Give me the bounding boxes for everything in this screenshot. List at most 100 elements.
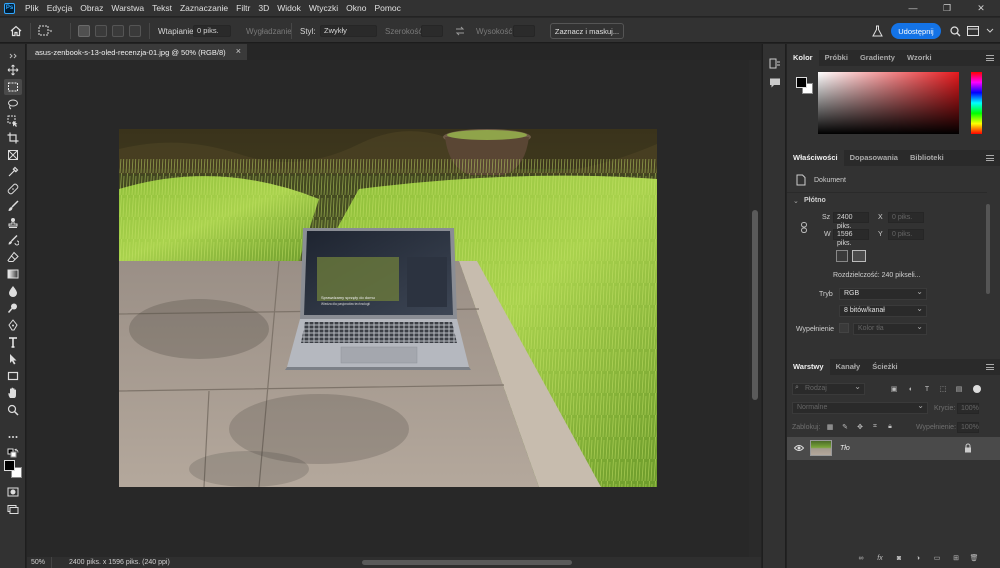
lock-all-icon[interactable]: 🔒︎ bbox=[886, 423, 894, 431]
panel-menu-icon[interactable] bbox=[986, 55, 994, 61]
tab-gradients[interactable]: Gradienty bbox=[854, 50, 901, 66]
clone-stamp-tool-icon[interactable] bbox=[4, 215, 22, 231]
vertical-scroll-thumb[interactable] bbox=[752, 210, 758, 400]
tab-libraries[interactable]: Biblioteki bbox=[904, 150, 950, 166]
foreground-color-swatch[interactable] bbox=[796, 77, 807, 88]
link-icon[interactable] bbox=[800, 222, 808, 235]
portrait-orientation-icon[interactable] bbox=[836, 250, 848, 262]
menu-image[interactable]: Obraz bbox=[76, 0, 107, 16]
eyedropper-tool-icon[interactable] bbox=[4, 164, 22, 180]
dodge-tool-icon[interactable] bbox=[4, 300, 22, 316]
crop-tool-icon[interactable] bbox=[4, 130, 22, 146]
chevron-down-icon[interactable] bbox=[986, 18, 994, 44]
tab-swatches[interactable]: Próbki bbox=[819, 50, 854, 66]
lock-artboard-icon[interactable]: ⌗ bbox=[871, 423, 879, 431]
fill-select[interactable]: Kolor tła bbox=[853, 322, 927, 335]
layer-fill-input[interactable]: 100% bbox=[957, 422, 979, 433]
gradient-tool-icon[interactable] bbox=[4, 266, 22, 282]
object-selection-tool-icon[interactable] bbox=[4, 113, 22, 129]
feather-input[interactable]: 0 piks. bbox=[193, 25, 231, 37]
select-and-mask-button[interactable]: Zaznacz i maskuj... bbox=[550, 23, 624, 39]
restore-icon[interactable]: ❐ bbox=[934, 0, 960, 16]
lock-image-icon[interactable]: ✎ bbox=[841, 423, 849, 431]
zoom-tool-icon[interactable] bbox=[4, 402, 22, 418]
lock-transparent-icon[interactable]: ▦ bbox=[826, 423, 834, 431]
close-icon[interactable]: × bbox=[236, 46, 241, 56]
blend-mode-select[interactable]: Normalne bbox=[792, 401, 928, 414]
healing-brush-tool-icon[interactable] bbox=[4, 181, 22, 197]
canvas-section-title[interactable]: Płótno bbox=[804, 197, 826, 204]
workspace-icon[interactable] bbox=[967, 18, 979, 44]
history-panel-icon[interactable] bbox=[769, 58, 781, 72]
eye-icon[interactable] bbox=[793, 444, 805, 454]
frame-tool-icon[interactable] bbox=[4, 147, 22, 163]
marquee-tool-icon[interactable] bbox=[4, 79, 22, 95]
menu-filter[interactable]: Filtr bbox=[232, 0, 254, 16]
flask-icon[interactable] bbox=[872, 18, 883, 44]
filter-pixel-icon[interactable]: ▣ bbox=[890, 385, 898, 393]
menu-view[interactable]: Widok bbox=[273, 0, 305, 16]
intersect-selection-icon[interactable] bbox=[129, 25, 141, 37]
subtract-selection-icon[interactable] bbox=[112, 25, 124, 37]
lasso-tool-icon[interactable] bbox=[4, 96, 22, 112]
close-window-icon[interactable]: ✕ bbox=[968, 0, 994, 16]
marquee-preset-icon[interactable] bbox=[38, 18, 52, 44]
hand-tool-icon[interactable] bbox=[4, 385, 22, 401]
menu-file[interactable]: Plik bbox=[21, 0, 43, 16]
blur-tool-icon[interactable] bbox=[4, 283, 22, 299]
filter-smart-object-icon[interactable]: ▤ bbox=[955, 385, 963, 393]
type-tool-icon[interactable] bbox=[4, 334, 22, 350]
new-group-icon[interactable]: ▭ bbox=[933, 554, 941, 562]
more-tools-icon[interactable] bbox=[4, 429, 22, 445]
style-select[interactable]: Zwykły bbox=[320, 25, 377, 37]
lock-position-icon[interactable]: ✥ bbox=[856, 423, 864, 431]
y-input[interactable]: 0 piks. bbox=[888, 229, 924, 240]
add-selection-icon[interactable] bbox=[95, 25, 107, 37]
menu-plugins[interactable]: Wtyczki bbox=[305, 0, 342, 16]
filter-adjustment-icon[interactable]: ◐ bbox=[907, 385, 915, 393]
tab-adjustments[interactable]: Dopasowania bbox=[844, 150, 904, 166]
brush-tool-icon[interactable] bbox=[4, 198, 22, 214]
vertical-scrollbar[interactable] bbox=[749, 60, 761, 557]
quick-mask-icon[interactable] bbox=[4, 484, 22, 500]
share-button[interactable]: Udostępnij bbox=[891, 23, 941, 39]
adjustment-layer-icon[interactable]: ◑ bbox=[914, 554, 922, 562]
pen-tool-icon[interactable] bbox=[4, 317, 22, 333]
properties-scrollbar[interactable] bbox=[986, 204, 990, 294]
minimize-icon[interactable]: — bbox=[900, 0, 926, 16]
document-info[interactable]: 2400 piks. x 1596 piks. (240 ppi) bbox=[69, 557, 170, 568]
horizontal-scroll-thumb[interactable] bbox=[362, 560, 572, 565]
eraser-tool-icon[interactable] bbox=[4, 249, 22, 265]
tab-layers[interactable]: Warstwy bbox=[787, 359, 830, 375]
panel-menu-icon[interactable] bbox=[986, 364, 994, 370]
swap-dimensions-icon[interactable] bbox=[455, 18, 465, 44]
new-layer-icon[interactable]: ⊞ bbox=[952, 554, 960, 562]
delete-layer-icon[interactable]: 🗑︎ bbox=[970, 554, 979, 562]
filter-type-icon[interactable]: T bbox=[923, 385, 931, 393]
screen-mode-icon[interactable] bbox=[4, 501, 22, 517]
tab-properties[interactable]: Właściwości bbox=[787, 150, 844, 166]
filter-toggle-icon[interactable] bbox=[973, 385, 981, 393]
new-selection-icon[interactable] bbox=[78, 25, 90, 37]
panel-menu-icon[interactable] bbox=[986, 155, 994, 161]
opacity-input[interactable]: 100% bbox=[957, 403, 979, 414]
add-mask-icon[interactable]: ◙ bbox=[895, 554, 903, 562]
canvas-width-input[interactable]: 2400 piks. bbox=[833, 212, 869, 230]
photoshop-logo-icon[interactable]: Ps bbox=[4, 2, 15, 14]
document-tab[interactable]: asus-zenbook-s-13-oled-recenzja-01.jpg @… bbox=[27, 44, 247, 60]
menu-type[interactable]: Tekst bbox=[148, 0, 176, 16]
chevron-down-icon[interactable]: ⌄ bbox=[793, 197, 799, 205]
layer-name[interactable]: Tło bbox=[840, 445, 850, 452]
bit-depth-select[interactable]: 8 bitów/kanał bbox=[839, 304, 927, 317]
tab-channels[interactable]: Kanały bbox=[830, 359, 867, 375]
tab-paths[interactable]: Ścieżki bbox=[866, 359, 903, 375]
search-icon[interactable] bbox=[950, 18, 961, 44]
height-input[interactable] bbox=[513, 25, 535, 37]
layer-filter-select[interactable]: Rodzaj bbox=[792, 382, 865, 395]
menu-window[interactable]: Okno bbox=[342, 0, 370, 16]
zoom-level[interactable]: 50% bbox=[31, 557, 53, 568]
menu-help[interactable]: Pomoc bbox=[370, 0, 404, 16]
comments-panel-icon[interactable] bbox=[769, 77, 781, 91]
document-image[interactable]: Sprawdzamy sprzęty do domu Wiedza dla pa… bbox=[119, 129, 657, 487]
move-tool-icon[interactable] bbox=[4, 62, 22, 78]
